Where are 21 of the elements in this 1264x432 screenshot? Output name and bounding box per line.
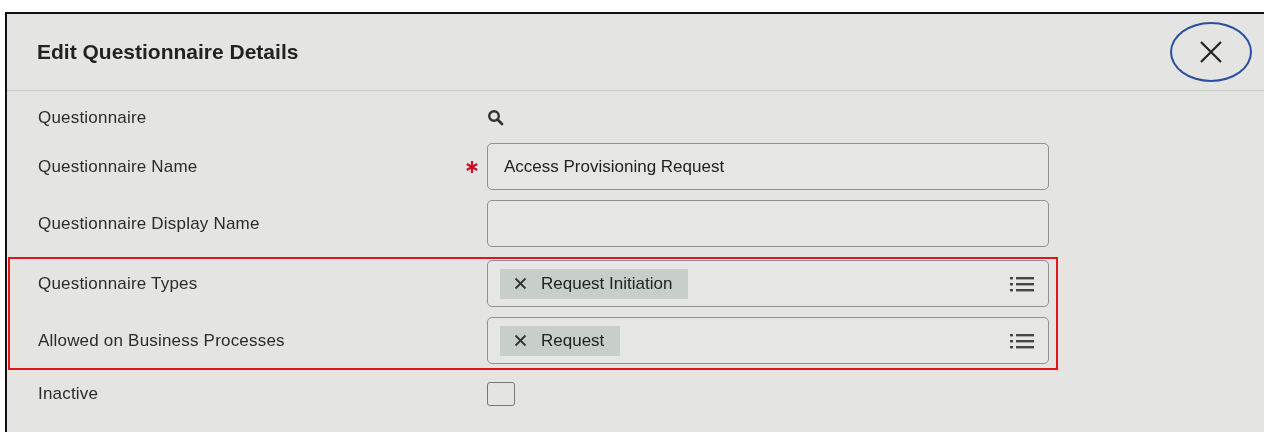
text-field[interactable] (487, 200, 1049, 247)
field-label: Allowed on Business Processes (38, 330, 286, 351)
chip-label: Request Initiation (541, 273, 673, 294)
search-icon[interactable] (487, 109, 505, 127)
remove-icon[interactable] (514, 334, 527, 347)
checkbox[interactable] (487, 382, 515, 406)
field-label: Questionnaire Name (38, 156, 199, 177)
field-label: Inactive (38, 384, 100, 404)
field-label: Questionnaire (38, 108, 148, 128)
close-button[interactable] (1170, 22, 1252, 82)
chip-label: Request (541, 330, 605, 351)
remove-icon[interactable] (514, 277, 527, 290)
list-icon[interactable] (1010, 331, 1034, 350)
close-icon (1198, 39, 1224, 65)
list-icon[interactable] (1010, 274, 1034, 293)
field-label: Questionnaire Types (38, 273, 199, 294)
dialog-title: Edit Questionnaire Details (37, 40, 299, 64)
multiselect-field[interactable]: Request Initiation (487, 260, 1049, 307)
text-field[interactable]: Access Provisioning Request (487, 143, 1049, 190)
field-label: Questionnaire Display Name (38, 213, 261, 234)
multiselect-field[interactable]: Request (487, 317, 1049, 364)
